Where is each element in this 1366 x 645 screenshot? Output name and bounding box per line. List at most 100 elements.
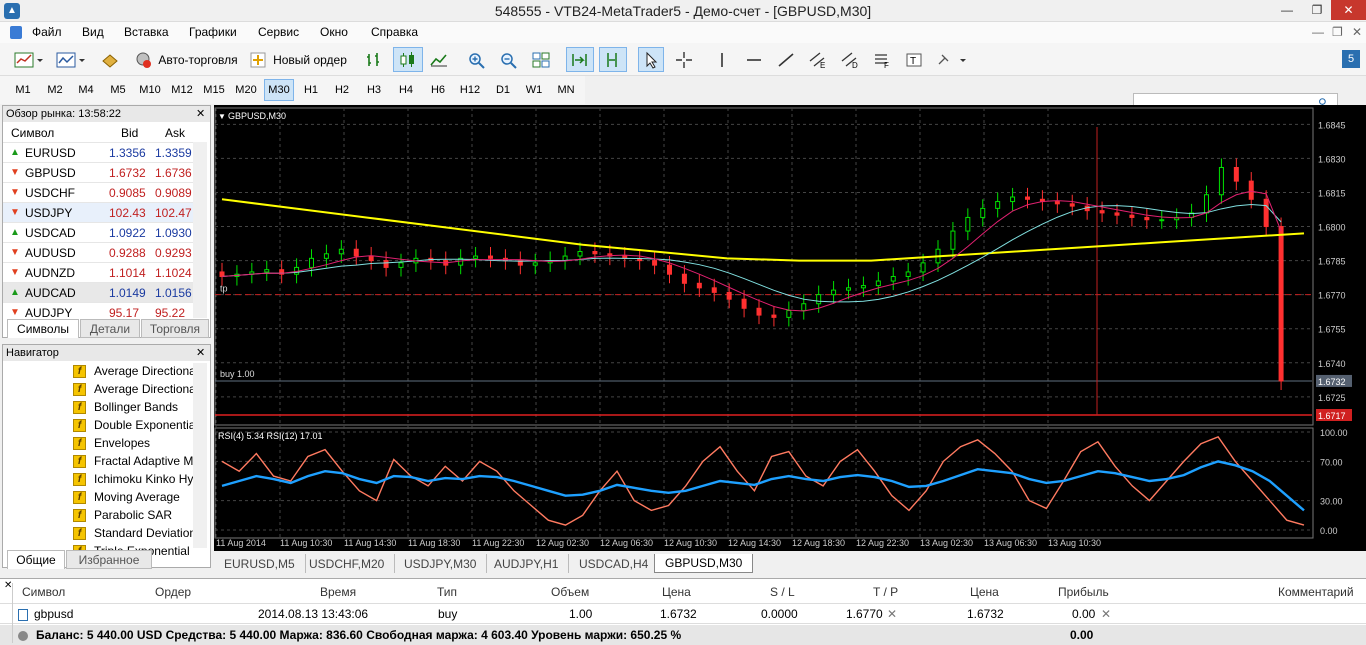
th-sl[interactable]: S / L — [770, 585, 795, 599]
tf-h1[interactable]: H1 — [296, 79, 326, 101]
crosshair-icon[interactable] — [671, 47, 697, 72]
navigator-indicator[interactable]: f Standard Deviation — [69, 525, 199, 543]
navigator-scrollbar[interactable] — [193, 363, 207, 548]
autoscroll-icon[interactable] — [566, 47, 594, 72]
tab-favorites[interactable]: Избранное — [66, 550, 152, 569]
market-row-usdcad[interactable]: ▲ USDCAD 1.0922 1.0930 — [3, 222, 193, 242]
close-position-icon[interactable]: ✕ — [1101, 607, 1111, 621]
tf-w1[interactable]: W1 — [519, 79, 549, 101]
zoom-in-icon[interactable] — [464, 47, 490, 72]
th-cur-price[interactable]: Цена — [970, 585, 999, 599]
chart-tab-gbpusd[interactable]: GBPUSD,M30 — [654, 554, 754, 573]
tf-h3[interactable]: H3 — [359, 79, 389, 101]
zoom-out-icon[interactable] — [496, 47, 522, 72]
tp-remove-icon[interactable]: ✕ — [887, 607, 897, 621]
navigator-indicator[interactable]: f Average Directional — [69, 363, 199, 381]
navigator-indicator[interactable]: f Fractal Adaptive M — [69, 453, 199, 471]
market-icon[interactable] — [96, 47, 124, 72]
th-tp[interactable]: T / P — [873, 585, 898, 599]
menu-window[interactable]: Окно — [320, 25, 348, 39]
price-chart[interactable]: 1.6845 1.6830 1.6815 1.6800 1.6785 1.6770 1.67… — [214, 105, 1366, 551]
market-row-audcad[interactable]: ▲ AUDCAD 1.0149 1.0156 — [3, 282, 193, 302]
pos-tp[interactable]: 1.6770 — [846, 607, 883, 621]
navigator-indicator[interactable]: f Double Exponential — [69, 417, 199, 435]
new-chart-icon[interactable] — [10, 47, 46, 72]
menu-tools[interactable]: Сервис — [258, 25, 299, 39]
pos-sl[interactable]: 0.0000 — [761, 607, 798, 621]
tf-m20[interactable]: M20 — [231, 79, 261, 101]
tf-h2[interactable]: H2 — [327, 79, 357, 101]
tf-d1[interactable]: D1 — [488, 79, 518, 101]
chart-tab-usdjpy[interactable]: USDJPY,M30 — [394, 554, 488, 573]
chart-tab-eurusd[interactable]: EURUSD,M5 — [214, 554, 306, 573]
tab-symbols[interactable]: Символы — [7, 319, 79, 338]
tf-m15[interactable]: M15 — [199, 79, 229, 101]
notifications-badge[interactable]: 5 — [1342, 50, 1360, 68]
menu-insert[interactable]: Вставка — [124, 25, 169, 39]
trendline-icon[interactable] — [773, 47, 799, 72]
tf-m4[interactable]: M4 — [71, 79, 101, 101]
th-symbol[interactable]: Символ — [22, 585, 65, 599]
tf-m1[interactable]: M1 — [8, 79, 38, 101]
market-row-audnzd[interactable]: ▼ AUDNZD 1.1014 1.1024 — [3, 262, 193, 282]
minimize-button[interactable]: — — [1272, 0, 1302, 20]
tab-trading[interactable]: Торговля — [141, 319, 209, 338]
cursor-icon[interactable] — [638, 47, 664, 72]
maximize-button[interactable]: ❐ — [1302, 0, 1332, 20]
th-profit[interactable]: Прибыль — [1058, 585, 1109, 599]
tf-m12[interactable]: M12 — [167, 79, 197, 101]
market-watch-close-icon[interactable]: ✕ — [196, 107, 205, 120]
tf-h4[interactable]: H4 — [391, 79, 421, 101]
navigator-indicator[interactable]: f Moving Average — [69, 489, 199, 507]
fibo-icon[interactable]: D — [837, 47, 863, 72]
market-row-usdchf[interactable]: ▼ USDCHF 0.9085 0.9089 — [3, 182, 193, 202]
navigator-indicator[interactable]: f Average Directional — [69, 381, 199, 399]
profiles-icon[interactable] — [52, 47, 88, 72]
shapes-dropdown-icon[interactable] — [933, 47, 971, 72]
menu-file[interactable]: Файл — [32, 25, 62, 39]
th-price[interactable]: Цена — [662, 585, 691, 599]
market-row-eurusd[interactable]: ▲ EURUSD 1.3356 1.3359 — [3, 142, 193, 162]
vertical-line-icon[interactable] — [709, 47, 735, 72]
line-chart-icon[interactable] — [426, 47, 452, 72]
col-ask[interactable]: Ask — [165, 126, 185, 140]
tab-common[interactable]: Общие — [7, 550, 65, 569]
tf-m10[interactable]: M10 — [135, 79, 165, 101]
chart-shift-icon[interactable] — [599, 47, 627, 72]
market-row-gbpusd[interactable]: ▼ GBPUSD 1.6732 1.6736 — [3, 162, 193, 182]
market-row-usdjpy[interactable]: ▼ USDJPY 102.43 102.47 — [3, 202, 193, 222]
th-comment[interactable]: Комментарий — [1278, 585, 1354, 599]
tf-m30[interactable]: M30 — [264, 79, 294, 101]
chart-window[interactable]: 1.6845 1.6830 1.6815 1.6800 1.6785 1.6770 1.67… — [214, 105, 1366, 551]
horizontal-line-icon[interactable] — [741, 47, 767, 72]
chart-tab-usdcad[interactable]: USDCAD,H4 — [569, 554, 660, 573]
th-type[interactable]: Тип — [437, 585, 457, 599]
fibonacci-icon[interactable]: F — [869, 47, 895, 72]
new-order-button[interactable]: Новый ордер — [246, 47, 350, 72]
th-time[interactable]: Время — [320, 585, 356, 599]
tile-windows-icon[interactable] — [528, 47, 554, 72]
market-row-audusd[interactable]: ▼ AUDUSD 0.9288 0.9293 — [3, 242, 193, 262]
chart-tab-audjpy[interactable]: AUDJPY,H1 — [484, 554, 570, 573]
tab-details[interactable]: Детали — [80, 319, 140, 338]
candlestick-icon[interactable] — [393, 47, 423, 72]
menu-charts[interactable]: Графики — [189, 25, 237, 39]
navigator-indicator[interactable]: f Envelopes — [69, 435, 199, 453]
col-bid[interactable]: Bid — [121, 126, 138, 140]
tf-m2[interactable]: M2 — [40, 79, 70, 101]
chart-tab-usdchf[interactable]: USDCHF,M20 — [299, 554, 396, 573]
navigator-indicator[interactable]: f Ichimoku Kinko Hy — [69, 471, 199, 489]
th-volume[interactable]: Объем — [551, 585, 589, 599]
th-order[interactable]: Ордер — [155, 585, 191, 599]
market-watch-scrollbar[interactable] — [193, 142, 207, 318]
mdi-minimize-button[interactable]: — — [1312, 25, 1324, 39]
mdi-close-button[interactable]: ✕ — [1352, 25, 1362, 39]
mdi-restore-button[interactable]: ❐ — [1332, 25, 1343, 39]
tf-mn[interactable]: MN — [551, 79, 581, 101]
navigator-close-icon[interactable]: ✕ — [196, 346, 205, 359]
navigator-indicator[interactable]: f Parabolic SAR — [69, 507, 199, 525]
col-symbol[interactable]: Символ — [11, 126, 54, 140]
menu-view[interactable]: Вид — [82, 25, 104, 39]
equidistant-channel-icon[interactable]: E — [805, 47, 831, 72]
close-button[interactable]: ✕ — [1331, 0, 1366, 20]
